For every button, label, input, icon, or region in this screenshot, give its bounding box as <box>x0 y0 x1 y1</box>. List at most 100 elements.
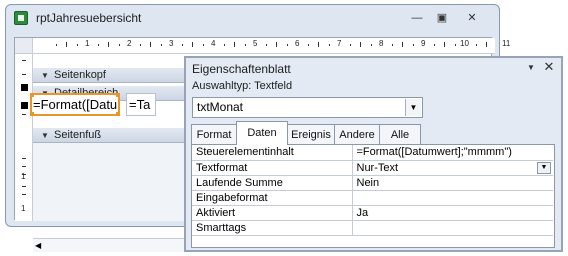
chevron-down-icon[interactable]: ▼ <box>405 99 421 116</box>
resize-handle[interactable] <box>116 112 118 114</box>
ruler-number: 4 <box>211 39 216 48</box>
ruler-number: 1 <box>21 172 26 181</box>
ruler-tick <box>433 44 435 46</box>
table-row[interactable]: Smarttags <box>192 220 553 236</box>
ruler-tick <box>22 158 26 159</box>
ruler-number: 6 <box>295 39 300 48</box>
ruler-number: 2 <box>127 39 132 48</box>
label-control[interactable]: =Ta <box>126 93 156 116</box>
property-name: Textformat <box>192 160 353 176</box>
ruler-number: 9 <box>421 39 426 48</box>
minimize-icon[interactable]: — <box>406 11 428 25</box>
report-title-bar[interactable]: rptJahresuebersicht — ▣ ✕ <box>6 5 499 31</box>
label-control-text: =Ta <box>129 97 151 112</box>
ruler-tick <box>307 44 309 46</box>
ruler-tick <box>391 44 393 46</box>
ruler-tick <box>318 42 319 47</box>
close-icon[interactable]: ✕ <box>461 11 483 25</box>
resize-handle[interactable] <box>32 112 34 114</box>
ruler-tick <box>360 42 361 47</box>
ruler-tick <box>202 44 204 46</box>
property-grid: Steuerelementinhalt =Format([Datumwert];… <box>191 144 555 248</box>
ruler-number: 1 <box>21 204 26 213</box>
resize-handle[interactable] <box>116 95 118 97</box>
collapse-arrow-icon: ▼ <box>41 131 49 140</box>
ruler-tick <box>265 44 267 46</box>
ruler-tick <box>22 194 26 195</box>
table-row[interactable]: Textformat Nur-Text ▼ <box>192 160 553 176</box>
section-marker[interactable] <box>21 84 28 91</box>
property-value-text: Nur-Text <box>356 161 399 174</box>
ruler-tick <box>475 44 477 46</box>
access-report-icon <box>14 11 28 25</box>
tab-andere[interactable]: Andere <box>334 124 380 145</box>
property-name: Aktiviert <box>192 205 353 221</box>
property-value-field[interactable] <box>352 220 553 236</box>
ruler-tick <box>139 44 141 46</box>
ruler-tick <box>66 42 67 47</box>
ruler-tick <box>223 44 225 46</box>
property-value-field[interactable]: Nein <box>352 175 553 191</box>
textbox-control-selected[interactable]: =Format([Datu <box>30 93 120 116</box>
tab-alle[interactable]: Alle <box>379 124 421 145</box>
vertical-ruler[interactable]: 11 <box>15 54 33 221</box>
property-value-field[interactable]: Nur-Text ▼ <box>352 160 553 176</box>
property-name: Smarttags <box>192 220 353 236</box>
panel-close-icon[interactable]: ✕ <box>542 60 556 74</box>
property-name: Eingabeformat <box>192 190 353 206</box>
panel-options-dropdown-icon[interactable]: ▼ <box>525 62 537 74</box>
property-value-field[interactable] <box>352 190 553 206</box>
property-sheet-panel: Eigenschaftenblatt ▼ ✕ Auswahltyp: Textf… <box>184 56 563 252</box>
table-row[interactable]: Aktiviert Ja <box>192 205 553 221</box>
scroll-left-icon[interactable]: ◀ <box>35 241 45 251</box>
ruler-tick <box>402 42 403 47</box>
restore-icon[interactable]: ▣ <box>431 11 453 25</box>
ruler-tick <box>412 44 414 46</box>
section-label-page-footer: Seitenfuß <box>54 129 102 141</box>
selection-type-label: Auswahltyp: Textfeld <box>192 80 293 92</box>
table-row[interactable]: Eingabeformat <box>192 190 553 206</box>
ruler-tick <box>22 114 26 115</box>
ruler-tick <box>192 42 193 47</box>
section-label-page-header: Seitenkopf <box>54 69 106 81</box>
property-table: Steuerelementinhalt =Format([Datumwert];… <box>192 145 553 236</box>
ruler-tick <box>108 42 109 47</box>
table-row[interactable]: Steuerelementinhalt =Format([Datumwert];… <box>192 145 553 161</box>
chevron-down-icon[interactable]: ▼ <box>537 161 551 174</box>
tab-format[interactable]: Format <box>191 124 237 145</box>
section-marker[interactable] <box>21 102 28 109</box>
ruler-tick <box>370 44 372 46</box>
ruler-corner-select-button[interactable] <box>15 38 33 54</box>
ruler-number: 5 <box>253 39 258 48</box>
ruler-number: 8 <box>379 39 384 48</box>
ruler-tick <box>55 44 57 46</box>
ruler-tick <box>276 42 277 47</box>
tab-daten-active[interactable]: Daten <box>236 121 288 145</box>
property-name: Laufende Summe <box>192 175 353 191</box>
tab-ereignis[interactable]: Ereignis <box>287 124 335 145</box>
ruler-tick <box>286 44 288 46</box>
ruler-number: 11 <box>502 39 511 48</box>
ruler-tick <box>234 42 235 47</box>
object-selector-value: txtMonat <box>197 100 244 114</box>
ruler-number: 7 <box>337 39 342 48</box>
collapse-arrow-icon: ▼ <box>41 71 49 80</box>
ruler-tick <box>76 44 78 46</box>
resize-handle[interactable] <box>32 95 34 97</box>
object-selector-combobox[interactable]: txtMonat ▼ <box>192 97 423 118</box>
ruler-tick <box>244 44 246 46</box>
table-row[interactable]: Laufende Summe Nein <box>192 175 553 191</box>
ruler-tick <box>22 166 26 167</box>
property-value-field[interactable]: =Format([Datumwert];"mmmm") <box>352 145 553 161</box>
ruler-number: 3 <box>169 39 174 48</box>
textbox-control-text: =Format([Datu <box>33 97 118 112</box>
ruler-tick <box>22 60 26 61</box>
ruler-tick <box>118 44 120 46</box>
ruler-tick <box>454 44 456 46</box>
horizontal-ruler[interactable]: 1 2 3 4 5 6 7 8 9 10 11 <box>33 38 510 54</box>
ruler-tick <box>22 74 26 75</box>
ruler-number: 1 <box>85 39 90 48</box>
ruler-tick <box>486 42 487 47</box>
property-value-field[interactable]: Ja <box>352 205 553 221</box>
ruler-number: 10 <box>460 39 469 48</box>
